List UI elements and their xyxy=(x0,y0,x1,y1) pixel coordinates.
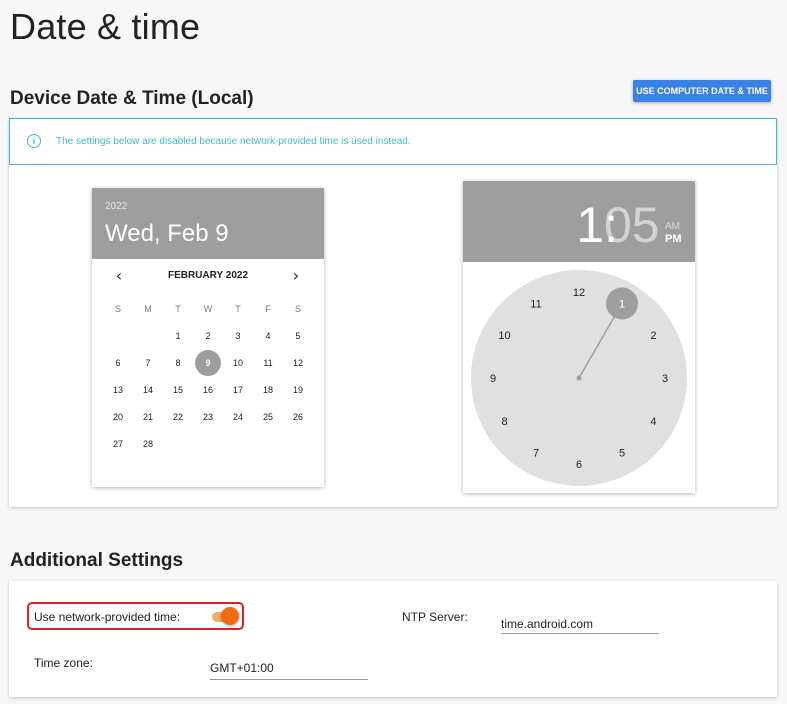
additional-settings-card xyxy=(9,581,777,697)
clock-number[interactable]: 12 xyxy=(573,287,585,299)
clock-number[interactable]: 1 xyxy=(619,299,625,311)
clock-number[interactable]: 10 xyxy=(498,330,510,342)
calendar-day[interactable]: 27 xyxy=(105,431,131,457)
calendar-day[interactable]: 5 xyxy=(285,323,311,349)
calendar-day[interactable]: 13 xyxy=(105,377,131,403)
pm-toggle[interactable]: PM xyxy=(665,233,682,245)
am-toggle[interactable]: AM xyxy=(665,221,680,232)
calendar-day-selected[interactable]: 9 xyxy=(195,350,221,376)
clock-number[interactable]: 11 xyxy=(530,299,541,311)
calendar-day[interactable]: 16 xyxy=(195,377,221,403)
calendar-day[interactable]: 19 xyxy=(285,377,311,403)
hour-value[interactable]: 1 xyxy=(576,197,604,253)
clock-number[interactable]: 9 xyxy=(490,373,496,385)
network-time-toggle-knob[interactable] xyxy=(221,607,239,625)
calendar-day[interactable]: 7 xyxy=(135,350,161,376)
calendar-day[interactable]: 25 xyxy=(255,404,281,430)
calendar-year[interactable]: 2022 xyxy=(105,201,127,212)
calendar-day[interactable]: 20 xyxy=(105,404,131,430)
calendar-day[interactable]: 24 xyxy=(225,404,251,430)
clock-number[interactable]: 3 xyxy=(662,373,668,385)
calendar-day[interactable]: 10 xyxy=(225,350,251,376)
weekday-label: T xyxy=(235,304,241,314)
clock-center-dot xyxy=(576,375,582,381)
clock-number[interactable]: 6 xyxy=(576,459,582,471)
calendar-day[interactable]: 11 xyxy=(255,350,281,376)
network-time-label: Use network-provided time: xyxy=(34,610,181,624)
ntp-server-label: NTP Server: xyxy=(402,610,468,624)
next-month-chevron-right-icon[interactable]: › xyxy=(286,266,306,286)
clock-dial[interactable]: 121234567891011 xyxy=(471,270,687,486)
weekday-label: M xyxy=(144,304,152,314)
info-icon: i xyxy=(27,134,41,148)
calendar-day[interactable]: 28 xyxy=(135,431,161,457)
info-text: The settings below are disabled because … xyxy=(56,136,411,147)
time-picker: 1: 05 AM PM 12 1 2 3 4 5 6 7 8 9 10 11 xyxy=(463,181,695,493)
clock-number[interactable]: 2 xyxy=(650,330,656,342)
clock-number[interactable]: 7 xyxy=(533,447,539,459)
clock-number[interactable]: 8 xyxy=(501,416,507,428)
calendar-day[interactable]: 15 xyxy=(165,377,191,403)
weekday-label: S xyxy=(114,304,121,314)
weekday-label: F xyxy=(265,304,271,314)
calendar-day[interactable]: 8 xyxy=(165,350,191,376)
use-computer-time-button[interactable]: USE COMPUTER DATE & TIME xyxy=(633,80,771,102)
calendar-day[interactable]: 18 xyxy=(255,377,281,403)
time-zone-label: Time zone: xyxy=(34,656,93,670)
calendar-day[interactable]: 4 xyxy=(255,323,281,349)
calendar-day[interactable]: 23 xyxy=(195,404,221,430)
time-minute[interactable]: 05 xyxy=(604,197,660,253)
calendar-day[interactable]: 14 xyxy=(135,377,161,403)
date-picker: 2022 Wed, Feb 9 ‹ FEBRUARY 2022 › SMTWTF… xyxy=(92,188,324,487)
calendar-header: 2022 Wed, Feb 9 xyxy=(92,188,324,259)
weekday-label: T xyxy=(175,304,181,314)
calendar-day[interactable]: 1 xyxy=(165,323,191,349)
clock-number[interactable]: 5 xyxy=(619,447,625,459)
calendar-day[interactable]: 26 xyxy=(285,404,311,430)
calendar-day[interactable]: 17 xyxy=(225,377,251,403)
calendar-day[interactable]: 22 xyxy=(165,404,191,430)
weekday-label: W xyxy=(203,304,213,314)
calendar-day[interactable]: 6 xyxy=(105,350,131,376)
calendar-day[interactable]: 21 xyxy=(135,404,161,430)
device-section-title: Device Date & Time (Local) xyxy=(10,88,254,109)
calendar-selected-date: Wed, Feb 9 xyxy=(105,220,229,247)
calendar-day[interactable]: 12 xyxy=(285,350,311,376)
clock-face[interactable]: 12 1 2 3 4 5 6 7 8 9 10 11 xyxy=(471,270,687,486)
ntp-server-input[interactable] xyxy=(501,614,659,634)
time-zone-select[interactable]: GMT+01:00 xyxy=(210,660,368,680)
clock-header: 1: 05 AM PM xyxy=(463,181,695,262)
weekday-label: S xyxy=(294,304,301,314)
info-banner: i The settings below are disabled becaus… xyxy=(9,118,777,165)
clock-number[interactable]: 4 xyxy=(650,416,656,428)
additional-section-title: Additional Settings xyxy=(10,550,184,571)
calendar-day[interactable]: 3 xyxy=(225,323,251,349)
calendar-day[interactable]: 2 xyxy=(195,323,221,349)
page-title: Date & time xyxy=(10,6,201,47)
